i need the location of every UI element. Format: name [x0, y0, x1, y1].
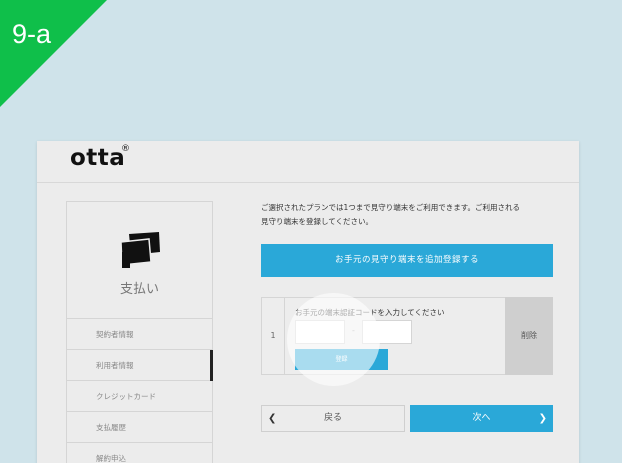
sidebar-hero: 支払い — [67, 202, 212, 319]
plan-info-text: ご選択されたプランでは1つまで見守り端末をご利用できます。ご利用される 見守り端… — [261, 201, 553, 229]
header: otta ® — [37, 141, 579, 183]
delete-button[interactable]: 削除 — [505, 297, 553, 375]
register-button[interactable]: 登録 — [295, 349, 388, 370]
chevron-left-icon: ❮ — [268, 413, 277, 424]
sidebar-item-payment-history[interactable]: 支払履歴 — [67, 412, 212, 443]
device-entry-row: 1 お手元の端末認証コードを入力してください - 登録 削除 — [261, 297, 553, 375]
registered-mark: ® — [121, 144, 130, 154]
next-button[interactable]: 次へ ❯ — [410, 405, 553, 432]
code-separator: - — [352, 326, 355, 335]
add-device-button[interactable]: お手元の見守り端末を追加登録する — [261, 244, 553, 277]
sidebar-item-user-info[interactable]: 利用者情報 — [67, 350, 213, 381]
auth-code-field-1[interactable] — [295, 320, 345, 344]
sidebar-item-label: 支払履歴 — [96, 423, 126, 432]
info-line-1: ご選択されたプランでは1つまで見守り端末をご利用できます。ご利用される — [261, 203, 521, 212]
info-line-2: 見守り端末を登録してください。 — [261, 217, 374, 226]
sidebar-item-cancellation[interactable]: 解約申込 — [67, 443, 212, 463]
next-button-label: 次へ — [472, 413, 491, 423]
step-corner-flag — [0, 0, 107, 107]
sidebar-item-label: 解約申込 — [96, 454, 126, 463]
sidebar-item-contractor-info[interactable]: 契約者情報 — [67, 319, 212, 350]
step-label: 9-a — [12, 19, 52, 49]
sidebar-item-label: クレジットカード — [96, 392, 156, 401]
chevron-right-icon: ❯ — [538, 413, 547, 424]
app-window: otta ® 支払い 契約者情報 利用者情報 クレジットカード 支払履歴 解約申… — [37, 141, 579, 463]
device-index: 1 — [262, 298, 285, 374]
sidebar-item-credit-card[interactable]: クレジットカード — [67, 381, 212, 412]
sidebar-section-title: 支払い — [119, 282, 159, 297]
sidebar-item-label: 利用者情報 — [96, 361, 134, 370]
otta-logo[interactable]: otta — [70, 145, 125, 171]
main-content: ご選択されたプランでは1つまで見守り端末をご利用できます。ご利用される 見守り端… — [261, 201, 553, 432]
auth-code-field-2[interactable] — [362, 320, 412, 344]
back-button-label: 戻る — [323, 413, 342, 423]
back-button[interactable]: ❮ 戻る — [261, 405, 405, 432]
auth-code-prompt: お手元の端末認証コードを入力してください — [295, 308, 445, 317]
sidebar: 支払い 契約者情報 利用者情報 クレジットカード 支払履歴 解約申込 — [66, 201, 213, 463]
cards-icon — [120, 232, 160, 268]
sidebar-item-label: 契約者情報 — [96, 330, 134, 339]
